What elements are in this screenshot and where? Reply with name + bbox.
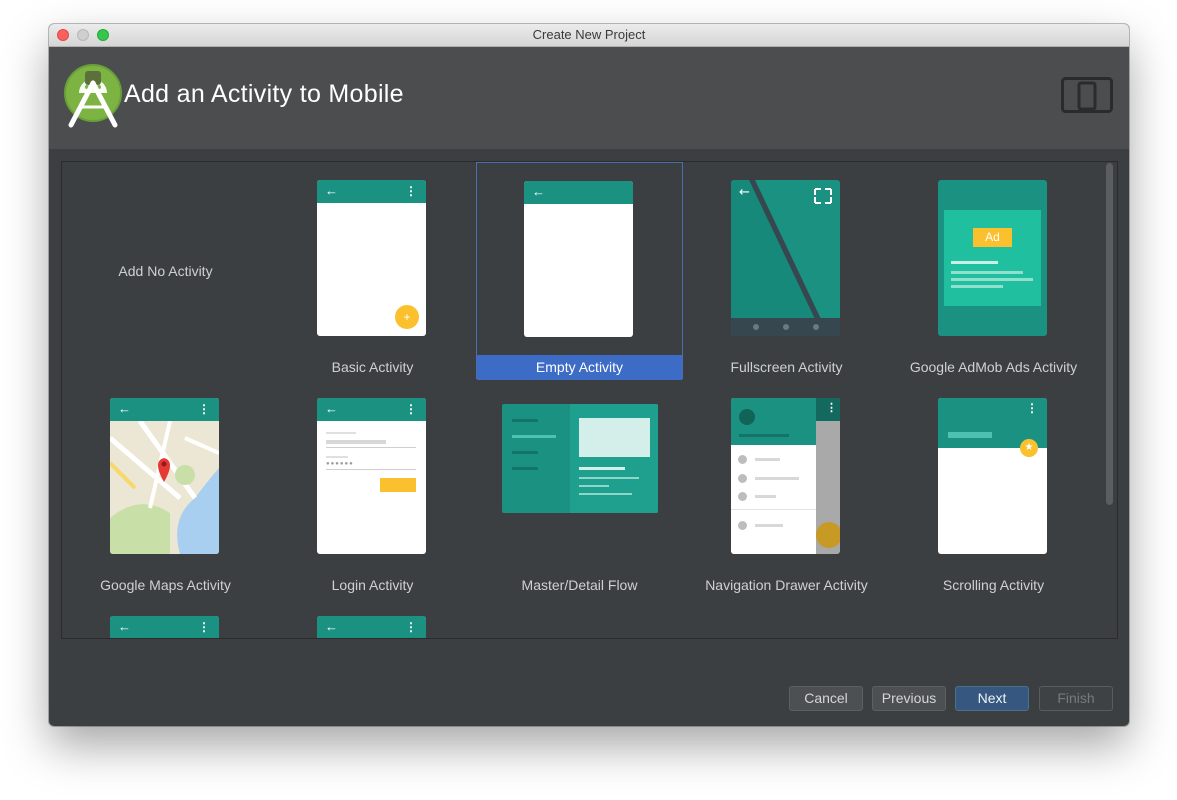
wizard-header: Add an Activity to Mobile — [49, 47, 1129, 149]
svg-text:←: ← — [739, 185, 750, 200]
activity-label: Google Maps Activity — [100, 577, 231, 593]
partial-activity-thumbnail-icon: ← ⋮ — [317, 616, 426, 638]
master-detail-thumbnail-icon — [502, 404, 658, 513]
window-title: Create New Project — [532, 27, 646, 42]
back-arrow-icon: ← — [532, 184, 545, 199]
back-arrow-icon: ← — [118, 401, 131, 416]
activity-label: Add No Activity — [118, 263, 213, 279]
activity-label: Fullscreen Activity — [730, 359, 843, 375]
overflow-menu-icon: ⋮ — [1026, 401, 1038, 415]
next-button[interactable]: Next — [955, 686, 1029, 711]
activity-tile-login[interactable]: ← ⋮ ●●●●●● Login Activity — [269, 380, 476, 597]
activity-gallery: Add No Activity ← ⋮ + Basic Activity ← Em… — [61, 161, 1118, 639]
activity-tile-nav-drawer[interactable]: ⋮ Navigation Drawer Activity — [683, 380, 890, 597]
android-studio-logo-icon — [64, 64, 122, 128]
back-arrow-icon: ← — [325, 183, 338, 198]
title-bar: Create New Project — [49, 24, 1129, 47]
admob-activity-thumbnail-icon: Ad — [938, 180, 1047, 336]
ad-badge: Ad — [973, 228, 1012, 247]
cancel-button[interactable]: Cancel — [789, 686, 863, 711]
activity-label: Navigation Drawer Activity — [705, 577, 868, 593]
nav-drawer-thumbnail-icon: ⋮ — [731, 398, 840, 554]
activity-label: Empty Activity — [477, 355, 682, 380]
star-icon: ★ — [1020, 439, 1038, 457]
overflow-menu-icon: ⋮ — [405, 184, 417, 198]
activity-tile-fullscreen[interactable]: ← Fullscreen Activity — [683, 162, 890, 379]
empty-activity-thumbnail-icon: ← — [524, 181, 633, 337]
finish-button[interactable]: Finish — [1039, 686, 1113, 711]
tablet-phone-icon — [1061, 77, 1113, 113]
overflow-menu-icon: ⋮ — [198, 620, 210, 634]
activity-tile-add-no-activity[interactable]: Add No Activity — [62, 162, 269, 379]
activity-tile-admob[interactable]: Ad Google AdMob Ads Activity — [890, 162, 1097, 379]
activity-tile-master-detail[interactable]: Master/Detail Flow — [476, 380, 683, 597]
activity-tile-basic[interactable]: ← ⋮ + Basic Activity — [269, 162, 476, 379]
fullscreen-activity-thumbnail-icon: ← — [731, 180, 840, 336]
activity-tile-maps[interactable]: ← ⋮ Google Maps Activity — [62, 380, 269, 597]
activity-tile-empty[interactable]: ← Empty Activity — [476, 162, 683, 380]
partial-activity-thumbnail-icon: ← ⋮ — [110, 616, 219, 638]
activity-tile-partial-1[interactable]: ← ⋮ — [62, 598, 269, 638]
fab-icon: + — [395, 305, 419, 329]
wizard-footer: Cancel Previous Next Finish — [49, 674, 1129, 726]
activity-label: Login Activity — [331, 577, 414, 593]
previous-button[interactable]: Previous — [872, 686, 946, 711]
activity-label: Google AdMob Ads Activity — [909, 359, 1078, 375]
create-project-window: Create New Project Add an Activity to Mo… — [49, 24, 1129, 726]
activity-label: Scrolling Activity — [942, 577, 1045, 593]
overflow-menu-icon: ⋮ — [405, 620, 417, 634]
back-arrow-icon: ← — [118, 619, 131, 634]
overflow-menu-icon: ⋮ — [198, 402, 210, 416]
activity-label: Basic Activity — [331, 359, 414, 375]
back-arrow-icon: ← — [325, 619, 338, 634]
scrolling-activity-thumbnail-icon: ⋮ ★ — [938, 398, 1047, 554]
overflow-menu-icon: ⋮ — [405, 402, 417, 416]
activity-label: Master/Detail Flow — [521, 577, 638, 593]
maps-activity-thumbnail-icon: ← ⋮ — [110, 398, 219, 554]
page-title: Add an Activity to Mobile — [124, 80, 404, 108]
basic-activity-thumbnail-icon: ← ⋮ + — [317, 180, 426, 336]
login-activity-thumbnail-icon: ← ⋮ ●●●●●● — [317, 398, 426, 554]
activity-tile-scrolling[interactable]: ⋮ ★ Scrolling Activity — [890, 380, 1097, 597]
gallery-scrollbar[interactable] — [1106, 163, 1113, 505]
activity-tile-partial-2[interactable]: ← ⋮ — [269, 598, 476, 638]
back-arrow-icon: ← — [325, 401, 338, 416]
